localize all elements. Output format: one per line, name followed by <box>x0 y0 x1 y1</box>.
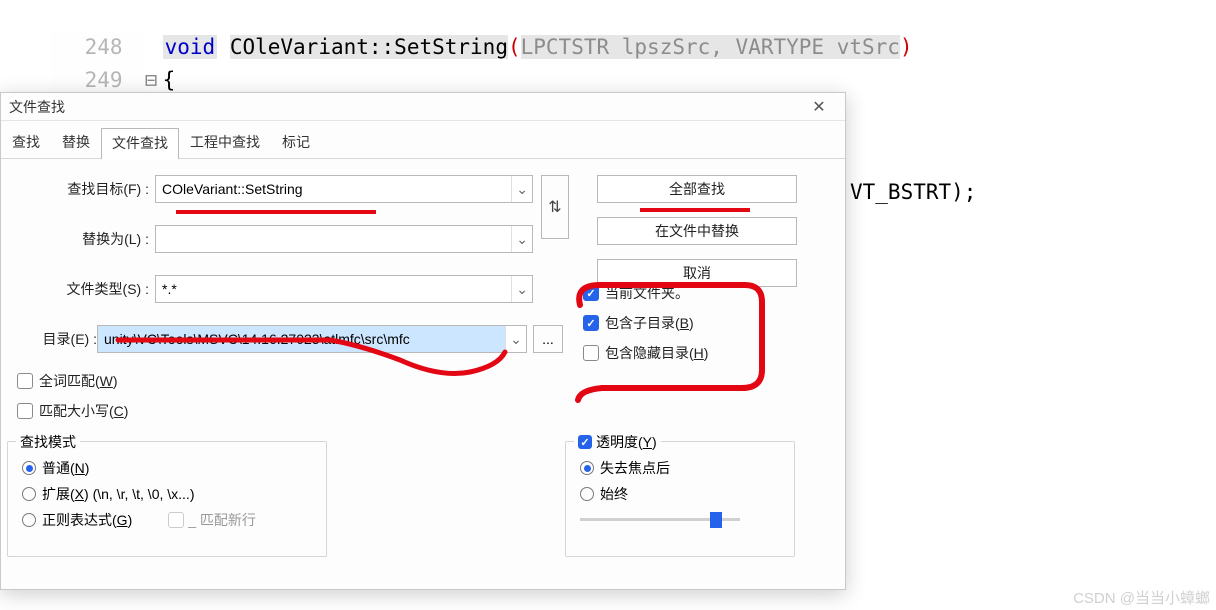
radio-always-row: 始终 <box>580 484 780 504</box>
chevron-down-icon[interactable]: ⌄ <box>511 276 532 302</box>
whole-word-label: 全词匹配(W) <box>39 371 118 391</box>
directory-input[interactable] <box>98 326 505 352</box>
current-folder-checkbox[interactable]: ✓ <box>583 285 599 301</box>
chevron-down-icon[interactable]: ⌄ <box>505 326 526 352</box>
include-hidden-checkbox[interactable] <box>583 345 599 361</box>
tab-file-find[interactable]: 文件查找 <box>101 128 179 159</box>
match-newline-checkbox[interactable] <box>168 512 184 528</box>
transparency-slider[interactable] <box>580 510 740 528</box>
current-folder-row: ✓ 当前文件夹。 <box>583 283 708 303</box>
dialog-title: 文件查找 <box>9 97 65 117</box>
find-all-button[interactable]: 全部查找 <box>597 175 797 203</box>
tab-mark[interactable]: 标记 <box>271 127 321 158</box>
find-target-input[interactable] <box>156 176 511 202</box>
whole-word-checkbox-row: 全词匹配(W) <box>17 371 829 391</box>
close-button[interactable]: ✕ <box>801 95 837 119</box>
directory-combo[interactable]: ⌄ <box>97 325 527 353</box>
slider-thumb[interactable] <box>710 512 722 528</box>
tab-find[interactable]: 查找 <box>1 127 51 158</box>
match-case-checkbox[interactable] <box>17 403 33 419</box>
find-target-combo[interactable]: ⌄ <box>155 175 533 203</box>
transparency-group: ✓ 透明度(Y) 失去焦点后 始终 <box>565 441 795 557</box>
tab-replace[interactable]: 替换 <box>51 127 101 158</box>
args: LPCTSTR lpszSrc, VARTYPE vtSrc <box>521 35 900 59</box>
right-checkboxes: ✓ 当前文件夹。 ✓ 包含子目录(B) 包含隐藏目录(H) <box>583 283 708 363</box>
transparency-legend: ✓ 透明度(Y) <box>574 432 661 452</box>
label-replace-with: 替换为(L) : <box>17 229 149 249</box>
swap-button[interactable]: ⇅ <box>541 175 569 239</box>
open-paren: ( <box>508 35 521 59</box>
row-find-target: 查找目标(F) : ⌄ <box>17 175 533 203</box>
row-replace-with: 替换为(L) : ⌄ <box>17 225 533 253</box>
radio-lose-focus-label: 失去焦点后 <box>600 458 670 478</box>
dialog-titlebar: 文件查找 ✕ <box>1 93 845 121</box>
match-newline-label: _ 匹配新行 <box>188 510 256 530</box>
class-method: COleVariant::SetString <box>230 35 508 59</box>
include-hidden-label: 包含隐藏目录(H) <box>605 343 708 363</box>
label-file-type: 文件类型(S) : <box>17 279 149 299</box>
file-type-input[interactable] <box>156 276 511 302</box>
match-case-checkbox-row: 匹配大小写(C) <box>17 401 829 421</box>
find-in-files-dialog: 文件查找 ✕ 查找 替换 文件查找 工程中查找 标记 查找目标(F) : ⌄ 替… <box>0 92 846 590</box>
row-file-type: 文件类型(S) : ⌄ <box>17 275 533 303</box>
radio-normal[interactable] <box>22 461 36 475</box>
watermark: CSDN @当当小蟑螂 <box>1073 587 1210 608</box>
file-type-combo[interactable]: ⌄ <box>155 275 533 303</box>
include-hidden-row: 包含隐藏目录(H) <box>583 343 708 363</box>
radio-extended-label: 扩展(X) (\n, \r, \t, \0, \x...) <box>42 484 194 504</box>
radio-always[interactable] <box>580 487 594 501</box>
replace-in-files-button[interactable]: 在文件中替换 <box>597 217 797 245</box>
chevron-down-icon[interactable]: ⌄ <box>511 226 532 252</box>
radio-lose-focus[interactable] <box>580 461 594 475</box>
include-subdir-row: ✓ 包含子目录(B) <box>583 313 708 333</box>
search-mode-legend: 查找模式 <box>16 432 80 452</box>
search-mode-group: 查找模式 普通(N) 扩展(X) (\n, \r, \t, \0, \x...)… <box>7 441 327 557</box>
radio-extended[interactable] <box>22 487 36 501</box>
swap-icon: ⇅ <box>548 197 561 217</box>
whole-word-checkbox[interactable] <box>17 373 33 389</box>
close-paren: ) <box>900 35 913 59</box>
current-folder-label: 当前文件夹。 <box>605 283 689 303</box>
radio-regex[interactable] <box>22 513 36 527</box>
radio-lose-focus-row: 失去焦点后 <box>580 458 780 478</box>
browse-button[interactable]: ... <box>533 325 563 353</box>
radio-always-label: 始终 <box>600 484 628 504</box>
dialog-tabs: 查找 替换 文件查找 工程中查找 标记 <box>1 121 845 159</box>
radio-regex-row: 正则表达式(G) _ 匹配新行 <box>22 510 312 530</box>
code-fragment-right: VT_BSTRT); <box>850 180 976 204</box>
dialog-body: 查找目标(F) : ⌄ 替换为(L) : ⌄ 文件类型(S) : <box>1 159 845 431</box>
match-case-label: 匹配大小写(C) <box>39 401 128 421</box>
tab-project-find[interactable]: 工程中查找 <box>179 127 271 158</box>
radio-regex-label: 正则表达式(G) <box>42 510 132 530</box>
label-find-target: 查找目标(F) : <box>17 179 149 199</box>
replace-with-input[interactable] <box>156 226 511 252</box>
label-directory: 目录(E) : <box>17 329 97 349</box>
include-subdir-label: 包含子目录(B) <box>605 313 694 333</box>
radio-normal-label: 普通(N) <box>42 458 89 478</box>
chevron-down-icon[interactable]: ⌄ <box>511 176 532 202</box>
include-subdir-checkbox[interactable]: ✓ <box>583 315 599 331</box>
replace-with-combo[interactable]: ⌄ <box>155 225 533 253</box>
transparency-checkbox[interactable]: ✓ <box>578 435 592 449</box>
radio-extended-row: 扩展(X) (\n, \r, \t, \0, \x...) <box>22 484 312 504</box>
radio-normal-row: 普通(N) <box>22 458 312 478</box>
